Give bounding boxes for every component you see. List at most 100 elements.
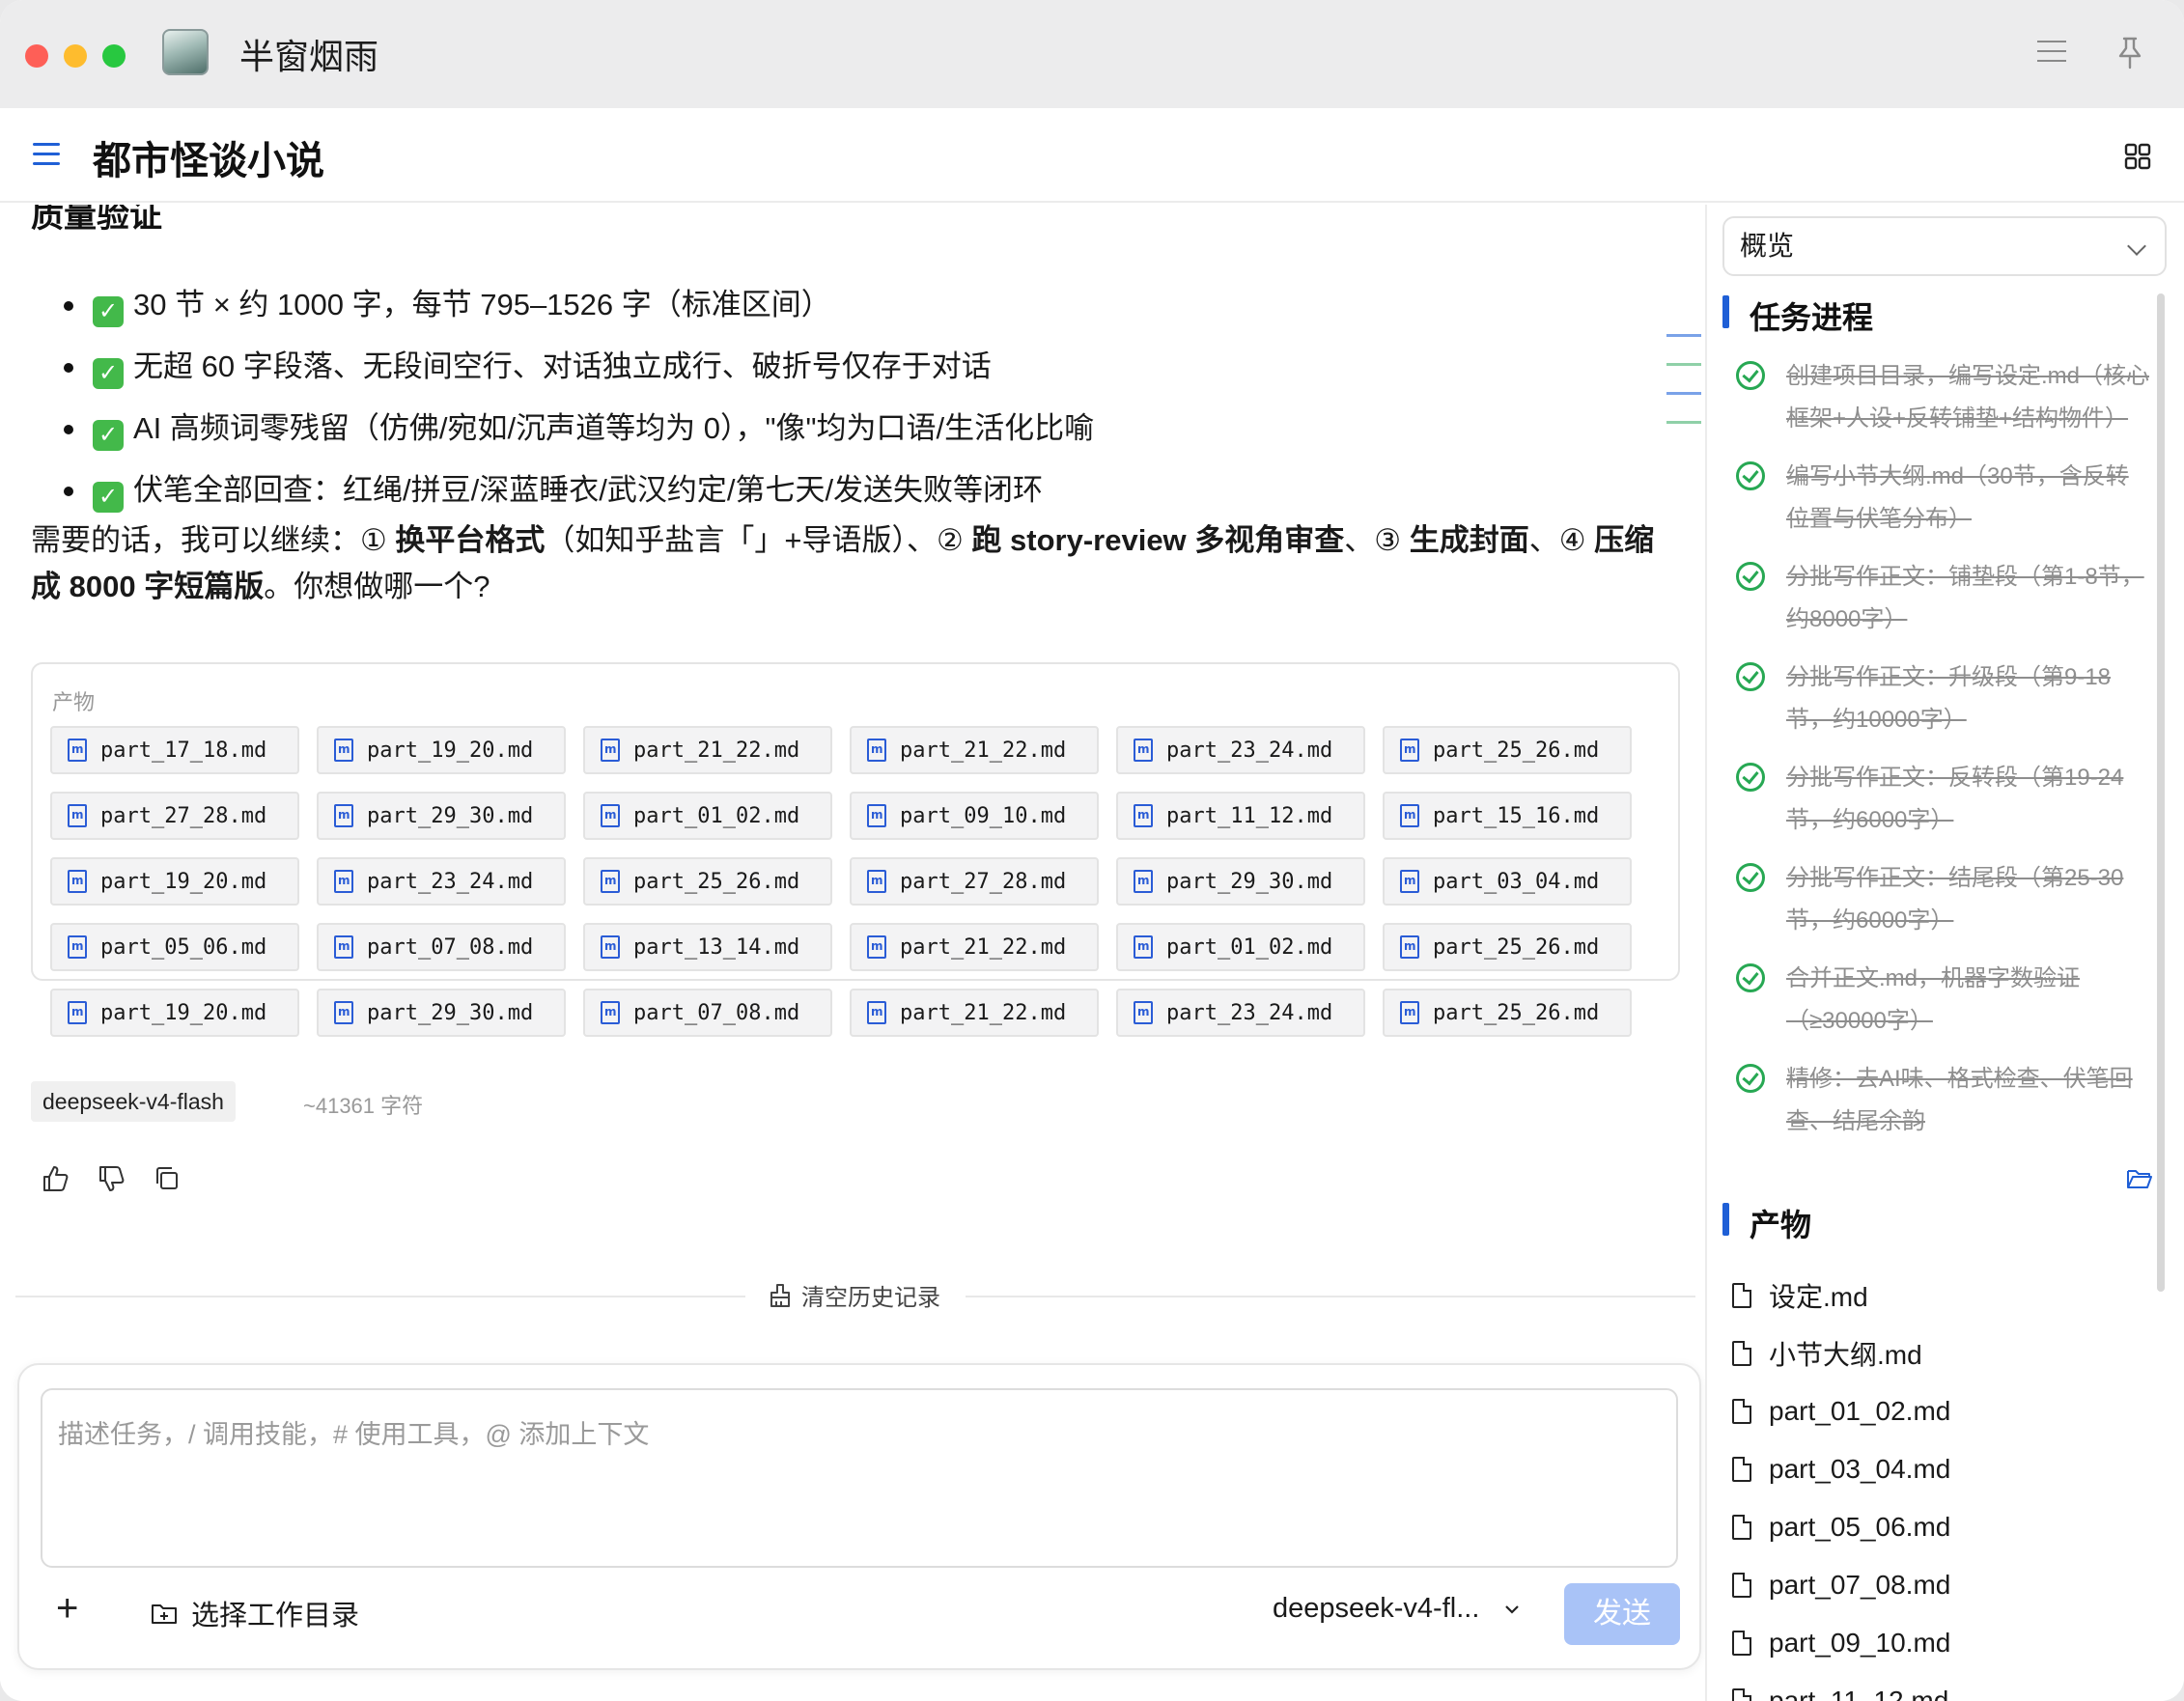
app-title: 半窗烟雨 xyxy=(239,37,379,76)
sidebar-toggle-icon[interactable] xyxy=(33,143,60,172)
artifact-chip[interactable]: part_25_26.md xyxy=(1383,726,1632,774)
artifact-chip[interactable]: part_11_12.md xyxy=(1116,792,1365,840)
overview-dropdown[interactable]: 概览 xyxy=(1722,216,2167,276)
artifact-chip[interactable]: part_07_08.md xyxy=(583,989,832,1037)
divider-right xyxy=(966,1296,1695,1297)
artifact-chip[interactable]: part_29_30.md xyxy=(317,989,566,1037)
layout-grid-icon[interactable] xyxy=(2124,143,2151,170)
file-item[interactable]: part_03_04.md xyxy=(1732,1440,2157,1498)
task-item: 分批写作正文：铺垫段（第1-8节，约8000字） xyxy=(1736,556,2151,641)
checkmark-icon: ✓ xyxy=(93,420,124,451)
artifact-chip[interactable]: part_05_06.md xyxy=(50,923,299,971)
artifact-chip[interactable]: part_23_24.md xyxy=(1116,726,1365,774)
sidebar-scrollbar[interactable] xyxy=(2157,293,2165,1292)
file-item[interactable]: 设定.md xyxy=(1732,1267,2157,1325)
artifact-chip[interactable]: part_25_26.md xyxy=(583,857,832,906)
markdown-file-icon xyxy=(334,739,353,762)
check-circle-icon xyxy=(1736,963,1765,992)
artifact-chip[interactable]: part_25_26.md xyxy=(1383,989,1632,1037)
markdown-file-icon xyxy=(1400,935,1419,959)
markdown-file-icon xyxy=(68,739,87,762)
file-item[interactable]: 小节大纲.md xyxy=(1732,1325,2157,1382)
artifact-chip[interactable]: part_23_24.md xyxy=(1116,989,1365,1037)
markdown-file-icon xyxy=(68,935,87,959)
open-folder-icon[interactable] xyxy=(2126,1168,2153,1189)
divider-left xyxy=(15,1296,745,1297)
artifacts-panel: 产物 part_17_18.md part_19_20.md part_21_22.… xyxy=(31,662,1680,1037)
task-item: 编写小节大纲.md（30节，含反转位置与伏笔分布） xyxy=(1736,456,2151,541)
app-window: 半窗烟雨 都市怪谈小说 质量验证 ✓ 30 节 × 约 1000 字，每节 795… xyxy=(0,0,2184,1701)
document-icon xyxy=(1732,1457,1751,1482)
artifact-chip[interactable]: part_13_14.md xyxy=(583,923,832,971)
artifact-chip[interactable]: part_21_22.md xyxy=(850,923,1099,971)
task-item: 合并正文.md，机器字数验证（≥30000字） xyxy=(1736,958,2151,1043)
artifact-chip[interactable]: part_25_26.md xyxy=(1383,923,1632,971)
add-attachment-button[interactable]: + xyxy=(56,1589,78,1628)
document-icon xyxy=(1732,1283,1751,1308)
artifact-chip[interactable]: part_01_02.md xyxy=(1116,923,1365,971)
artifact-chip[interactable]: part_29_30.md xyxy=(1116,857,1365,906)
artifact-chip[interactable]: part_19_20.md xyxy=(317,726,566,774)
clear-history-button[interactable]: 清空历史记录 xyxy=(769,1278,940,1312)
markdown-file-icon xyxy=(867,935,886,959)
model-select[interactable]: deepseek-v4-fl... xyxy=(1273,1593,1520,1625)
markdown-file-icon xyxy=(334,1001,353,1024)
artifact-chip[interactable]: part_09_10.md xyxy=(850,792,1099,840)
artifact-chip[interactable]: part_01_02.md xyxy=(583,792,832,840)
pin-icon[interactable] xyxy=(2114,35,2145,70)
zoom-window-button[interactable] xyxy=(102,44,126,68)
markdown-file-icon xyxy=(601,935,620,959)
menu-icon[interactable] xyxy=(2037,41,2066,66)
artifact-chip[interactable]: part_21_22.md xyxy=(583,726,832,774)
artifact-chip[interactable]: part_21_22.md xyxy=(850,726,1099,774)
check-circle-icon xyxy=(1736,461,1765,490)
markdown-file-icon xyxy=(334,804,353,827)
artifact-chip[interactable]: part_03_04.md xyxy=(1383,857,1632,906)
chevron-down-icon xyxy=(1505,1604,1520,1614)
artifact-chip[interactable]: part_19_20.md xyxy=(50,989,299,1037)
document-icon xyxy=(1732,1573,1751,1598)
file-item[interactable]: part_11_12.md xyxy=(1732,1672,2157,1701)
file-item[interactable]: part_01_02.md xyxy=(1732,1382,2157,1440)
task-item: 分批写作正文：结尾段（第25-30节，约6000字） xyxy=(1736,857,2151,942)
select-workdir-button[interactable]: 选择工作目录 xyxy=(151,1593,359,1633)
artifact-chip[interactable]: part_15_16.md xyxy=(1383,792,1632,840)
artifact-chip[interactable]: part_19_20.md xyxy=(50,857,299,906)
markdown-file-icon xyxy=(1134,1001,1153,1024)
markdown-file-icon xyxy=(867,804,886,827)
artifact-chip[interactable]: part_07_08.md xyxy=(317,923,566,971)
thumbs-down-icon[interactable] xyxy=(97,1164,126,1193)
markdown-file-icon xyxy=(1400,1001,1419,1024)
thumbs-up-icon[interactable] xyxy=(41,1164,70,1193)
artifact-chip[interactable]: part_23_24.md xyxy=(317,857,566,906)
artifacts-title: 产物 xyxy=(1722,1201,1811,1245)
markdown-file-icon xyxy=(867,739,886,762)
artifact-chip[interactable]: part_27_28.md xyxy=(850,857,1099,906)
message-input[interactable] xyxy=(41,1388,1678,1568)
document-icon xyxy=(1732,1631,1751,1656)
artifact-chip-grid: part_17_18.mdpart_19_20.mdpart_21_22.mdp… xyxy=(50,726,1672,1037)
artifact-chip[interactable]: part_17_18.md xyxy=(50,726,299,774)
markdown-file-icon xyxy=(601,739,620,762)
close-window-button[interactable] xyxy=(25,44,48,68)
artifact-chip[interactable]: part_27_28.md xyxy=(50,792,299,840)
document-icon xyxy=(1732,1399,1751,1424)
markdown-file-icon xyxy=(601,1001,620,1024)
file-item[interactable]: part_05_06.md xyxy=(1732,1498,2157,1556)
title-bar: 半窗烟雨 xyxy=(0,0,2184,108)
artifact-chip[interactable]: part_21_22.md xyxy=(850,989,1099,1037)
artifacts-label: 产物 xyxy=(52,690,96,714)
copy-icon[interactable] xyxy=(153,1164,182,1193)
task-item: 分批写作正文：升级段（第9-18节，约10000字） xyxy=(1736,656,2151,741)
markdown-file-icon xyxy=(601,804,620,827)
minimize-window-button[interactable] xyxy=(64,44,87,68)
file-item[interactable]: part_09_10.md xyxy=(1732,1614,2157,1672)
file-item[interactable]: part_07_08.md xyxy=(1732,1556,2157,1614)
checkmark-icon: ✓ xyxy=(93,296,124,327)
list-item: ✓ AI 高频词零残留（仿佛/宛如/沉声道等均为 0），"像"均为口语/生活化比喻 xyxy=(31,398,1672,460)
send-button[interactable]: 发送 xyxy=(1564,1583,1680,1645)
artifact-chip[interactable]: part_29_30.md xyxy=(317,792,566,840)
markdown-file-icon xyxy=(867,870,886,893)
scroll-outline[interactable] xyxy=(1666,334,1701,450)
check-circle-icon xyxy=(1736,763,1765,792)
